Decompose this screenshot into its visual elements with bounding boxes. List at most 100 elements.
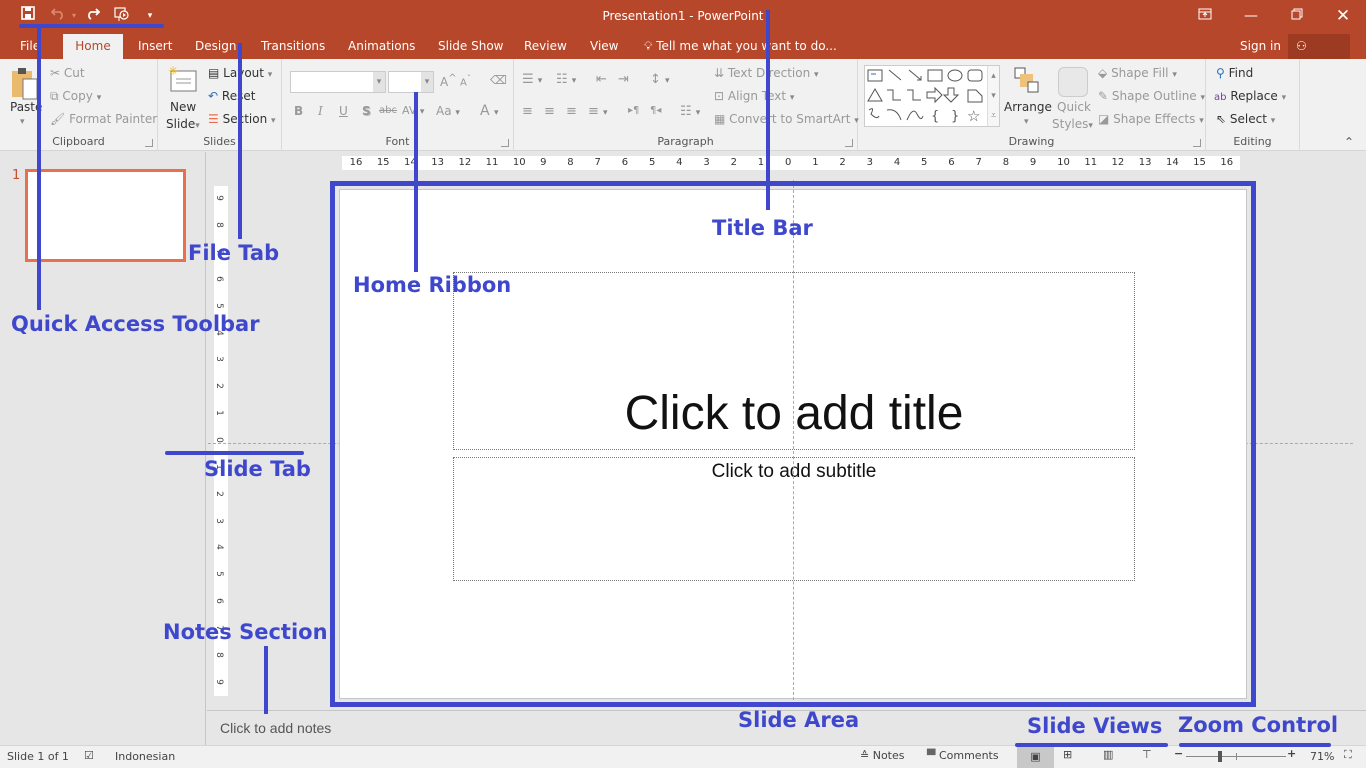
spell-check-icon[interactable]: ☑: [84, 749, 94, 762]
gallery-up-icon[interactable]: ▴: [988, 66, 999, 86]
reset-button[interactable]: ↶ Reset: [208, 89, 255, 103]
new-slide-icon[interactable]: ✳: [168, 64, 198, 95]
columns-icon[interactable]: ☷ ▾: [680, 104, 700, 119]
shapes-gallery[interactable]: { } ☆ ▴ ▾ ⩡: [864, 65, 1000, 127]
tab-animations[interactable]: Animations: [340, 34, 423, 59]
ribbon-tabs: File Home Insert Design Transitions Anim…: [0, 34, 1366, 78]
zoom-slider-thumb[interactable]: [1217, 751, 1222, 762]
font-size-combo[interactable]: ▾: [388, 71, 434, 93]
shadow-button[interactable]: S: [362, 104, 371, 118]
share-button[interactable]: ⚇ Share: [1288, 34, 1350, 78]
ribbon-display-options-icon[interactable]: [1182, 4, 1228, 28]
select-button[interactable]: ⇖ Select ▾: [1216, 112, 1275, 126]
zoom-slider[interactable]: [1186, 751, 1286, 762]
paste-dropdown-icon[interactable]: ▾: [20, 117, 25, 127]
zoom-in-button[interactable]: +: [1287, 747, 1296, 760]
bullets-icon[interactable]: ☰ ▾: [522, 72, 542, 87]
decrease-indent-icon[interactable]: ⇤: [596, 72, 607, 87]
increase-indent-icon[interactable]: ⇥: [618, 72, 629, 87]
bold-button[interactable]: B: [294, 104, 303, 118]
clear-formatting-icon[interactable]: ⌫: [490, 73, 507, 87]
tab-review[interactable]: Review: [516, 34, 575, 59]
tab-file[interactable]: File: [12, 34, 48, 59]
grow-font-button[interactable]: A^: [440, 73, 457, 89]
paragraph-launcher-icon[interactable]: [845, 139, 853, 147]
quick-styles-button[interactable]: Quick: [1057, 100, 1091, 114]
zoom-out-button[interactable]: −: [1174, 747, 1183, 760]
font-name-dropdown-icon[interactable]: ▾: [373, 72, 385, 92]
shapes-icons[interactable]: { } ☆: [865, 66, 987, 126]
tell-me-box[interactable]: 💡︎ Tell me what you want to do...: [636, 34, 845, 59]
clipboard-launcher-icon[interactable]: [145, 139, 153, 147]
strikethrough-button[interactable]: abc: [379, 105, 397, 116]
reading-view-button[interactable]: ▥: [1103, 748, 1113, 761]
collapse-ribbon-icon[interactable]: ⌃: [1344, 135, 1354, 149]
new-slide-button[interactable]: New: [170, 100, 196, 114]
gallery-more-icon[interactable]: ⩡: [988, 106, 999, 126]
tab-design[interactable]: Design: [187, 34, 244, 59]
new-slide-dropdown[interactable]: Slide▾: [166, 117, 200, 131]
slide-area-annotation-box: [330, 181, 1256, 707]
notes-placeholder[interactable]: Click to add notes: [220, 720, 331, 736]
status-bar: Slide 1 of 1 ☑ Indonesian ≙ Notes ▀ Comm…: [0, 745, 1366, 768]
slideshow-view-button[interactable]: ⊤: [1142, 748, 1152, 761]
shape-fill-label: Shape Fill: [1111, 66, 1169, 80]
font-name-combo[interactable]: ▾: [290, 71, 386, 93]
ruler-tick-label: 9: [213, 195, 224, 202]
align-left-icon[interactable]: ≡: [522, 104, 533, 119]
gallery-down-icon[interactable]: ▾: [988, 86, 999, 106]
ltr-icon[interactable]: ▸¶: [628, 105, 639, 116]
tab-transitions[interactable]: Transitions: [253, 34, 333, 59]
align-text-button[interactable]: ⊡ Align Text ▾: [714, 89, 794, 103]
ruler-tick-label: 11: [1084, 157, 1098, 168]
justify-icon[interactable]: ≡ ▾: [588, 104, 608, 119]
drawing-launcher-icon[interactable]: [1193, 139, 1201, 147]
numbering-icon[interactable]: ☷ ▾: [556, 72, 576, 87]
shape-fill-button[interactable]: ⬙ Shape Fill ▾: [1098, 66, 1177, 80]
home-ribbon: Paste ▾ ✂ Cut ⧉ Copy ▾ 🖌︎ Format Painter…: [0, 59, 1366, 151]
arrange-icon[interactable]: [1014, 67, 1040, 93]
shrink-font-button[interactable]: Aˇ: [460, 73, 471, 88]
font-color-button[interactable]: A ▾: [480, 103, 499, 119]
shape-effects-button[interactable]: ◪ Shape Effects ▾: [1098, 112, 1204, 126]
sign-in-link[interactable]: Sign in: [1232, 34, 1289, 59]
fit-to-window-icon[interactable]: ⛶: [1344, 748, 1352, 762]
cut-button[interactable]: ✂ Cut: [50, 66, 85, 80]
minimize-icon[interactable]: —: [1228, 4, 1274, 28]
close-icon[interactable]: ✕: [1320, 4, 1366, 28]
tab-home[interactable]: Home: [63, 34, 123, 59]
tab-view[interactable]: View: [582, 34, 626, 59]
slide-sorter-button[interactable]: ⊞: [1063, 748, 1072, 761]
underline-button[interactable]: U: [339, 104, 348, 118]
arrange-dropdown-icon[interactable]: ▾: [1024, 117, 1029, 127]
font-launcher-icon[interactable]: [501, 139, 509, 147]
change-case-button[interactable]: Aa ▾: [436, 104, 460, 118]
gallery-scrollbar[interactable]: ▴ ▾ ⩡: [987, 66, 999, 126]
format-painter-button[interactable]: 🖌︎ Format Painter: [50, 112, 157, 126]
rtl-icon[interactable]: ¶◂: [650, 105, 661, 116]
normal-view-button[interactable]: ▣: [1017, 746, 1054, 768]
align-right-icon[interactable]: ≡: [566, 104, 577, 119]
align-center-icon[interactable]: ≡: [544, 104, 555, 119]
restore-icon[interactable]: [1274, 4, 1320, 28]
comments-toggle[interactable]: ▀ Comments: [927, 749, 999, 762]
convert-smartart-button[interactable]: ▦ Convert to SmartArt ▾: [714, 112, 859, 126]
italic-button[interactable]: I: [318, 104, 323, 118]
slide-thumbnail[interactable]: [25, 169, 186, 262]
reset-icon: ↶: [208, 89, 219, 103]
quick-styles-dropdown[interactable]: Styles▾: [1052, 117, 1093, 131]
language-indicator[interactable]: Indonesian: [115, 750, 175, 763]
shape-outline-button[interactable]: ✎ Shape Outline ▾: [1098, 89, 1205, 103]
replace-button[interactable]: ab Replace ▾: [1214, 89, 1286, 103]
find-button[interactable]: ⚲ Find: [1216, 66, 1253, 80]
font-size-dropdown-icon[interactable]: ▾: [421, 72, 433, 92]
notes-toggle[interactable]: ≙ Notes: [860, 749, 905, 762]
copy-button[interactable]: ⧉ Copy ▾: [50, 89, 101, 104]
zoom-level[interactable]: 71%: [1310, 750, 1334, 763]
quick-styles-icon[interactable]: [1058, 67, 1088, 97]
line-spacing-icon[interactable]: ↕ ▾: [650, 72, 670, 87]
arrange-button[interactable]: Arrange: [1004, 100, 1052, 114]
tab-slide-show[interactable]: Slide Show: [430, 34, 511, 59]
tab-insert[interactable]: Insert: [130, 34, 180, 59]
paste-icon[interactable]: [10, 67, 38, 100]
